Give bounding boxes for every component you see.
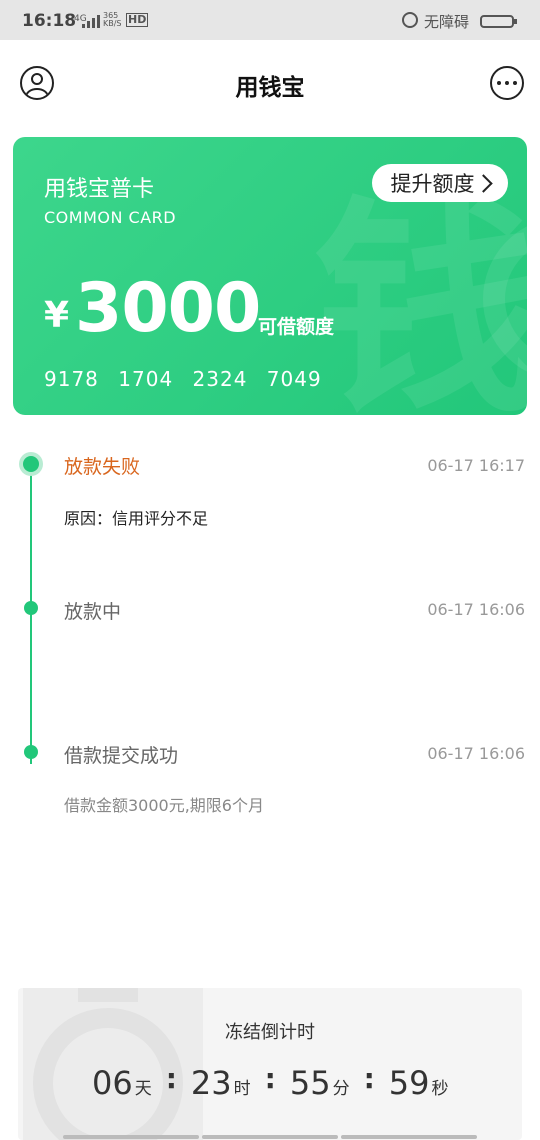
nav-segment (202, 1135, 338, 1139)
status-bar: 16:18 4G 365 KB/S HD 无障碍 (0, 0, 540, 40)
signal-icon (82, 15, 100, 28)
battery-icon (480, 15, 517, 28)
countdown-seconds: 59 (388, 1064, 430, 1102)
timeline-dot (24, 745, 38, 759)
card-subtitle: COMMON CARD (44, 208, 177, 227)
countdown-label: 冻结倒计时 (225, 1022, 315, 1043)
card-name: 用钱宝普卡 (44, 177, 155, 202)
nav-segment (63, 1135, 199, 1139)
credit-amount: 3000 (75, 269, 261, 348)
accessibility-label: 无障碍 (424, 13, 470, 31)
rotation-lock-icon (402, 12, 418, 28)
timeline-item-time: 06-17 16:06 (427, 744, 525, 763)
timeline-item-time: 06-17 16:06 (427, 600, 525, 619)
hd-icon: HD (126, 13, 149, 27)
timeline-item-title: 放款中 (64, 601, 122, 623)
card-number-group: 7049 (266, 367, 322, 391)
upgrade-limit-label: 提升额度 (390, 172, 475, 196)
countdown-hours-unit: 时 (233, 1079, 251, 1099)
timeline-dot-active (23, 456, 39, 472)
dot-icon (497, 81, 501, 85)
countdown-timer: 06 天 : 23 时 : 55 分 : 59 秒 (92, 1062, 449, 1102)
countdown-days: 06 (92, 1064, 133, 1102)
countdown-minutes: 55 (289, 1064, 331, 1102)
timeline-item-title: 借款提交成功 (64, 745, 179, 767)
timeline-item-time: 06-17 16:17 (427, 456, 525, 475)
card-number-group: 9178 (44, 367, 99, 391)
nav-segment (341, 1135, 477, 1139)
chevron-right-icon (473, 173, 493, 193)
currency-symbol: ¥ (44, 295, 70, 336)
credit-amount-label: 可借额度 (258, 316, 335, 338)
timeline-dot (24, 601, 38, 615)
freeze-countdown-panel: 冻结倒计时 06 天 : 23 时 : 55 分 : 59 秒 (18, 988, 522, 1140)
gesture-nav-bar (63, 1135, 477, 1139)
timeline-item-desc: 原因：信用评分不足 (64, 509, 209, 528)
page-title: 用钱宝 (235, 75, 305, 101)
dot-icon (505, 81, 509, 85)
card-number: 9178 1704 2324 7049 (44, 367, 334, 391)
status-time: 16:18 (22, 11, 77, 31)
card-number-group: 1704 (118, 367, 174, 391)
credit-card-panel: 钱 用钱宝普卡 COMMON CARD 提升额度 ¥ 3000 可借额度 917… (13, 137, 527, 415)
upgrade-limit-button[interactable]: 提升额度 (372, 164, 508, 202)
app-header: 用钱宝 (0, 40, 540, 126)
countdown-seconds-unit: 秒 (431, 1079, 449, 1099)
countdown-separator: : (363, 1062, 375, 1095)
network-speed: 365 KB/S (103, 12, 122, 28)
countdown-separator: : (264, 1062, 276, 1095)
timeline-item-desc: 借款金额3000元,期限6个月 (64, 796, 264, 815)
more-options-button[interactable] (490, 66, 524, 100)
card-number-group: 2324 (192, 367, 248, 391)
card-watermark: 钱 (313, 178, 527, 416)
countdown-hours: 23 (190, 1064, 232, 1102)
countdown-separator: : (165, 1062, 177, 1095)
dot-icon (513, 81, 517, 85)
timeline-item-title: 放款失败 (64, 456, 141, 478)
stopwatch-knob (78, 988, 138, 1002)
countdown-minutes-unit: 分 (332, 1079, 350, 1099)
countdown-days-unit: 天 (134, 1079, 152, 1099)
timeline-line (30, 468, 32, 764)
network-speed-unit: KB/S (103, 19, 122, 28)
